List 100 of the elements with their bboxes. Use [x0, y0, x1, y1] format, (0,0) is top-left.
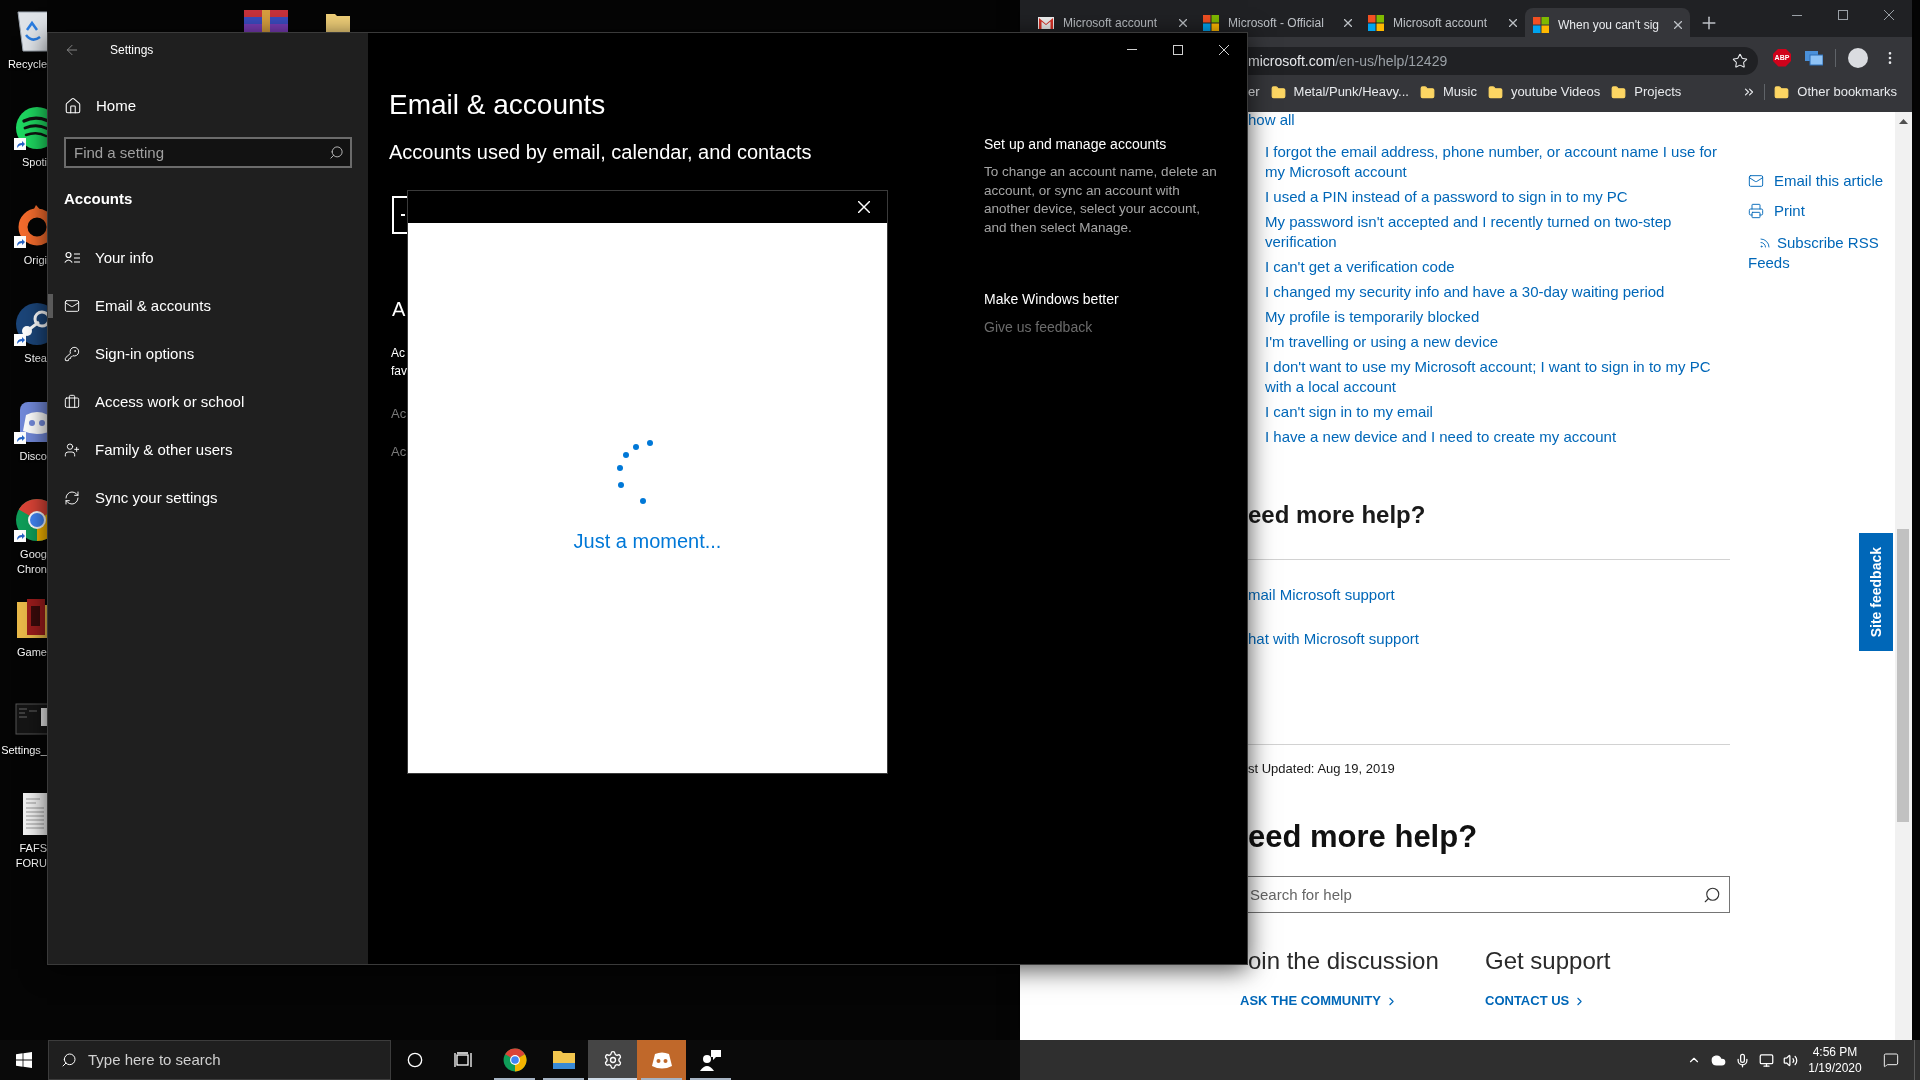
close-icon[interactable] — [1674, 20, 1682, 29]
setting-link[interactable]: Ac — [391, 405, 407, 423]
rss-icon — [1759, 237, 1771, 249]
help-link[interactable]: My profile is temporarily blocked — [1265, 307, 1733, 327]
taskbar-app-button[interactable] — [588, 1040, 637, 1080]
action-link[interactable]: Print — [1774, 201, 1805, 221]
action-link[interactable]: Subscribe RSS Feeds — [1748, 233, 1883, 273]
help-search-field[interactable]: Search for help — [1248, 876, 1730, 913]
person-chat-icon — [699, 1049, 722, 1071]
nav-item[interactable]: Access work or school — [48, 378, 368, 426]
site-feedback-button[interactable]: Site feedback — [1859, 533, 1893, 651]
folder-icon — [1270, 84, 1286, 100]
support-link[interactable]: mail Microsoft support — [1248, 585, 1395, 605]
search-icon — [61, 1052, 77, 1068]
four-squares-icon — [1203, 15, 1219, 31]
minimize-icon — [1127, 49, 1137, 50]
column-link[interactable]: ASK THE COMMUNITY — [1240, 992, 1398, 1010]
last-updated-text: st Updated: Aug 19, 2019 — [1248, 760, 1395, 778]
help-link[interactable]: I have a new device and I need to create my account — [1265, 427, 1733, 447]
taskbar-search-field[interactable]: Type here to search — [48, 1040, 391, 1080]
screens-icon[interactable] — [1805, 49, 1823, 66]
recycle-bin-icon[interactable] — [15, 8, 47, 52]
desktop-icon-label[interactable]: Origi — [0, 253, 47, 268]
folder-icon[interactable] — [15, 596, 47, 640]
desktop-icon-label[interactable]: Disco — [0, 449, 47, 464]
microphone-icon[interactable] — [1734, 1052, 1750, 1068]
envelope-icon — [64, 298, 80, 314]
show-all-link[interactable]: how all — [1248, 112, 1295, 128]
close-icon[interactable] — [1344, 19, 1352, 27]
nav-item[interactable]: Your info — [48, 234, 368, 282]
feedback-link[interactable]: Give us feedback — [984, 318, 1093, 336]
desktop-icon-label[interactable]: Game — [0, 645, 47, 660]
help-link[interactable]: I can't get a verification code — [1265, 257, 1733, 277]
support-link[interactable]: hat with Microsoft support — [1248, 629, 1419, 649]
search-icon — [329, 145, 344, 160]
bookmark-link[interactable]: youtube Videos — [1510, 84, 1601, 100]
scrollbar-track[interactable] — [1895, 112, 1912, 1040]
four-squares-icon — [1368, 15, 1384, 31]
aside-heading: Set up and manage accounts — [984, 135, 1167, 153]
help-link[interactable]: My password isn't accepted and I recently turned on two-step verification — [1265, 212, 1733, 252]
browser-tab[interactable]: Microsoft account — [1030, 14, 1195, 32]
clock-time[interactable]: 4:56 PM — [1812, 1044, 1858, 1060]
browser-tab[interactable]: When you can't sig — [1525, 8, 1690, 37]
clock-date[interactable]: 1/19/2020 — [1808, 1060, 1862, 1076]
maximize-icon — [1838, 10, 1848, 20]
help-link[interactable]: I used a PIN instead of a password to sign in to my PC — [1265, 187, 1733, 207]
nav-item[interactable]: Email & accounts — [48, 282, 368, 330]
section-subtitle: Accounts used by email, calendar, and contacts — [389, 140, 812, 165]
browser-tab[interactable]: Microsoft account — [1360, 14, 1525, 32]
bookmark-link[interactable]: Music — [1442, 84, 1477, 100]
help-link[interactable]: I can't sign in to my email — [1265, 402, 1733, 422]
help-link[interactable]: I don't want to use my Microsoft account; I want to sign in to my PC with a local account — [1265, 357, 1733, 397]
person-list-icon — [64, 250, 80, 266]
scrollbar-thumb[interactable] — [1897, 529, 1909, 822]
action-link[interactable]: Email this article — [1774, 171, 1884, 191]
section-heading: A — [392, 297, 406, 322]
volume-icon[interactable] — [1782, 1052, 1798, 1068]
help-link[interactable]: I changed my security info and have a 30-day waiting period — [1265, 282, 1733, 302]
bookmark-star-icon[interactable] — [1732, 53, 1748, 69]
address-bar[interactable]: microsoft.com/en-us/help/12429 — [1248, 47, 1758, 75]
envelope-icon — [1748, 173, 1764, 189]
nav-item[interactable]: Family & other users — [48, 426, 368, 474]
bookmark-link[interactable]: er — [1248, 84, 1260, 100]
section-heading: eed more help? — [1248, 818, 1478, 856]
bookmark-link[interactable]: Metal/Punk/Heavy... — [1293, 84, 1409, 100]
avatar-icon[interactable] — [1848, 47, 1868, 68]
desktop-icon-label[interactable]: Recycle — [0, 57, 47, 72]
help-link[interactable]: I'm travelling or using a new device — [1265, 332, 1733, 352]
desktop-icon-label[interactable]: Goog Chron — [0, 547, 47, 577]
desktop-icon-label[interactable]: Settings_ — [0, 743, 47, 758]
desktop-icon-label[interactable]: Stea — [0, 351, 47, 366]
controller-face-icon — [650, 1051, 673, 1069]
bookmark-link[interactable]: Projects — [1634, 84, 1682, 100]
scroll-up-arrow-icon[interactable] — [1899, 119, 1908, 124]
desktop-icon-label[interactable]: FAFS FORU — [0, 841, 47, 871]
description-text: Ac fav — [391, 345, 407, 380]
setting-link[interactable]: Ac — [391, 443, 407, 461]
browser-tab[interactable]: Microsoft - Official — [1195, 14, 1360, 32]
sync-icon — [64, 490, 80, 506]
column-heading: oin the discussion — [1247, 946, 1439, 976]
help-link[interactable]: I forgot the email address, phone number, or account name I use for my Microsoft account — [1265, 142, 1733, 182]
nav-item[interactable]: Sync your settings — [48, 474, 368, 522]
desktop-icon-label[interactable]: Spoti — [0, 155, 47, 170]
nav-item[interactable]: Sign-in options — [48, 330, 368, 378]
minimize-icon — [1792, 14, 1802, 16]
bookmark-link[interactable]: Other bookmarks — [1797, 84, 1897, 100]
close-icon[interactable] — [1179, 19, 1187, 27]
search-field[interactable]: Find a setting — [64, 137, 352, 168]
books-icon[interactable] — [242, 10, 290, 32]
close-icon — [858, 201, 870, 213]
search-icon[interactable] — [1703, 885, 1721, 904]
folder-icon — [1419, 84, 1435, 100]
network-icon[interactable] — [1758, 1052, 1774, 1068]
section-heading: Accounts — [64, 189, 133, 209]
close-icon — [1219, 44, 1229, 55]
column-link[interactable]: CONTACT US — [1485, 992, 1587, 1010]
cloud-icon[interactable] — [1710, 1052, 1726, 1068]
close-icon[interactable] — [1509, 19, 1517, 27]
envelope-icon — [1038, 17, 1054, 29]
home-link[interactable]: Home — [64, 86, 136, 126]
